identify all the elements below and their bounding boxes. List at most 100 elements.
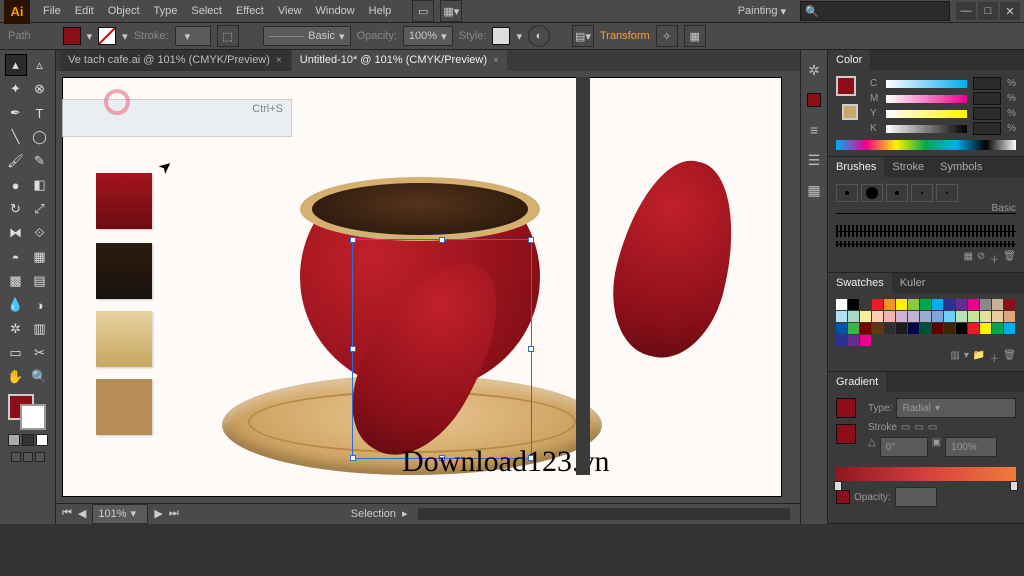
magic-wand-tool-icon[interactable]: ✦ (5, 78, 27, 100)
swatch-cell[interactable] (932, 323, 943, 334)
nav-prev-icon[interactable]: ◀ (78, 507, 86, 520)
transform-link[interactable]: Transform (600, 30, 650, 42)
gradient-ramp[interactable] (836, 467, 1016, 481)
swatch-cell[interactable] (872, 311, 883, 322)
shape-tool-icon[interactable]: ◯ (29, 126, 51, 148)
panel-tab-symbols[interactable]: Symbols (932, 157, 990, 177)
chevron-right-icon[interactable]: ▸ (402, 507, 408, 520)
lasso-tool-icon[interactable]: ⊗ (29, 78, 51, 100)
swatch-cell[interactable] (896, 323, 907, 334)
swatch-cell[interactable] (836, 323, 847, 334)
menu-type[interactable]: Type (147, 0, 185, 22)
nav-last-icon[interactable]: ⏭ (169, 507, 179, 520)
horizontal-scrollbar[interactable] (418, 508, 790, 520)
menu-view[interactable]: View (271, 0, 309, 22)
swatch-cell[interactable] (1004, 323, 1015, 334)
swatch-cell[interactable] (968, 311, 979, 322)
fill-stroke-indicator[interactable] (8, 394, 48, 430)
swatch-cell[interactable] (980, 299, 991, 310)
pencil-tool-icon[interactable]: ✎ (29, 150, 51, 172)
stroke-across-icon[interactable]: ▭ (928, 422, 937, 433)
mesh-tool-icon[interactable]: ▩ (5, 270, 27, 292)
screen-mode-icon[interactable] (11, 452, 45, 462)
swatch-cell[interactable] (944, 299, 955, 310)
type-tool-icon[interactable]: T (29, 102, 51, 124)
isolation-mode-icon[interactable]: ✧ (656, 25, 678, 47)
swatch-cell[interactable] (860, 335, 871, 346)
window-maximize-icon[interactable]: □ (978, 2, 998, 20)
brush-definition[interactable]: Basic▾ (263, 26, 351, 46)
brush-preset[interactable] (886, 184, 908, 202)
scale-tool-icon[interactable]: ⤢ (29, 198, 51, 220)
swatch-cell[interactable] (968, 323, 979, 334)
swatch-cell[interactable] (992, 323, 1003, 334)
artboard-tool-icon[interactable]: ▭ (5, 342, 27, 364)
swatch-libraries-icon[interactable]: ▥ (950, 350, 959, 365)
panel-tab-color[interactable]: Color (828, 50, 870, 70)
menu-effect[interactable]: Effect (229, 0, 271, 22)
slice-tool-icon[interactable]: ✂ (29, 342, 51, 364)
swatch-cell[interactable] (992, 311, 1003, 322)
eyedropper-tool-icon[interactable]: 💧 (5, 294, 27, 316)
shape-builder-tool-icon[interactable]: ◓ (5, 246, 27, 268)
remove-brush-icon[interactable]: ⊘ (977, 251, 985, 266)
selection-tool-icon[interactable]: ▴ (5, 54, 27, 76)
search-input[interactable]: 🔍 (800, 1, 950, 21)
swatch-cell[interactable] (848, 335, 859, 346)
symbol-sprayer-icon[interactable]: ✲ (5, 318, 27, 340)
swatch-options-icon[interactable]: ▾ (964, 350, 969, 365)
swatch-cell[interactable] (1004, 299, 1015, 310)
panel-tab-gradient[interactable]: Gradient (828, 372, 886, 392)
nav-first-icon[interactable]: ⏮ (62, 507, 72, 520)
panel-tab-brushes[interactable]: Brushes (828, 157, 884, 177)
swatch-cell[interactable] (860, 311, 871, 322)
swatch-cell[interactable] (908, 323, 919, 334)
swatch-cell[interactable] (1004, 311, 1015, 322)
graph-tool-icon[interactable]: ▥ (29, 318, 51, 340)
paintbrush-tool-icon[interactable]: 🖌 (5, 150, 27, 172)
swatch-cell[interactable] (872, 299, 883, 310)
color-mode-minis[interactable] (8, 434, 48, 446)
paragraph-panel-icon[interactable]: ☰ (804, 150, 824, 170)
swatch-cell[interactable] (956, 323, 967, 334)
fill-swatch[interactable] (63, 27, 81, 45)
hand-tool-icon[interactable]: ✋ (5, 366, 27, 388)
align-icon[interactable]: ▤▾ (572, 25, 594, 47)
opacity-input[interactable]: 100%▾ (403, 26, 453, 46)
close-icon[interactable]: × (493, 55, 499, 66)
swatch-cell[interactable] (956, 311, 967, 322)
swatch-icon[interactable] (804, 90, 824, 110)
swatch-cell[interactable] (920, 299, 931, 310)
menu-edit[interactable]: Edit (68, 0, 101, 22)
brush-preset[interactable] (861, 184, 883, 202)
swatch-cell[interactable] (908, 311, 919, 322)
window-minimize-icon[interactable]: — (956, 2, 976, 20)
chevron-down-icon[interactable]: ▾ (516, 30, 522, 43)
chevron-down-icon[interactable]: ▾ (87, 30, 93, 43)
delete-brush-icon[interactable]: 🗑 (1003, 251, 1016, 266)
swatch-cell[interactable] (908, 299, 919, 310)
gradient-type-select[interactable]: Radial▾ (896, 398, 1016, 418)
recolor-artwork-icon[interactable]: ◐ (528, 25, 550, 47)
stroke-profile-icon[interactable]: ⬚ (217, 25, 239, 47)
line-tool-icon[interactable]: ╲ (5, 126, 27, 148)
swatch-cell[interactable] (836, 335, 847, 346)
menu-window[interactable]: Window (309, 0, 362, 22)
close-icon[interactable]: × (276, 55, 282, 66)
menu-help[interactable]: Help (362, 0, 399, 22)
gradient-opacity-input[interactable] (895, 487, 937, 507)
swatch-cell[interactable] (896, 299, 907, 310)
brush-preset[interactable] (911, 184, 933, 202)
rotate-tool-icon[interactable]: ↻ (5, 198, 27, 220)
pen-tool-icon[interactable]: ✒ (5, 102, 27, 124)
document-tab-1[interactable]: Untitled-10* @ 101% (CMYK/Preview)× (292, 50, 507, 71)
brush-preset[interactable] (936, 184, 958, 202)
swatch-cell[interactable] (980, 311, 991, 322)
swatch-cell[interactable] (932, 299, 943, 310)
swatch-cell[interactable] (836, 311, 847, 322)
swatch-cell[interactable] (884, 323, 895, 334)
free-transform-tool-icon[interactable]: ⟐ (29, 222, 51, 244)
layers-icon[interactable]: ▦ (804, 180, 824, 200)
chevron-down-icon[interactable]: ▾ (122, 30, 128, 43)
delete-swatch-icon[interactable]: 🗑 (1003, 350, 1016, 365)
